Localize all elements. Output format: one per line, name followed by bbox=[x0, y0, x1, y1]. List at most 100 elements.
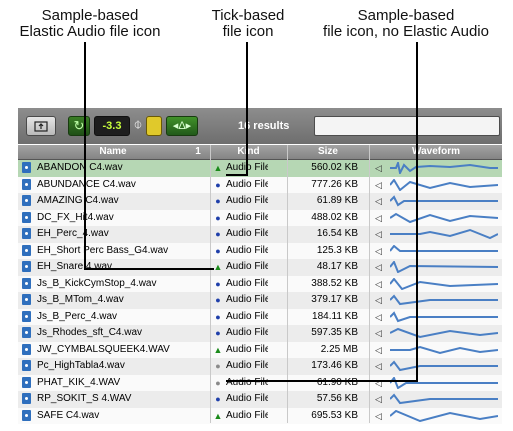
file-kind: Audio File bbox=[226, 261, 268, 272]
speaker-icon[interactable]: ◁ bbox=[375, 375, 385, 391]
speaker-icon[interactable]: ◁ bbox=[375, 177, 385, 193]
speaker-icon[interactable]: ◁ bbox=[375, 391, 385, 407]
tick-based-icon: ● bbox=[215, 295, 221, 305]
waveform-trace bbox=[390, 277, 498, 290]
file-name: EH_Snare 4.wav bbox=[37, 261, 113, 272]
file-row[interactable]: Js_Rhodes_sft_C4.wav ● Audio File 597.35 KB… bbox=[18, 325, 502, 342]
audio-file-icon bbox=[22, 376, 31, 388]
tick-based-icon: ● bbox=[215, 328, 221, 338]
waveform-thumbnail[interactable] bbox=[390, 261, 498, 273]
waveform-thumbnail[interactable] bbox=[390, 244, 498, 257]
file-row[interactable]: PHAT_KIK_4.WAV ● Audio File 61.90 KB ◁ bbox=[18, 374, 502, 391]
column-header-name[interactable]: Name bbox=[38, 145, 188, 159]
speaker-icon[interactable]: ◁ bbox=[375, 226, 385, 242]
file-row[interactable]: ABANDON C4.wav ▲ Audio File 560.02 KB ◁ bbox=[18, 160, 502, 177]
file-row[interactable]: Js_B_KickCymStop_4.wav ● Audio File 388.52 … bbox=[18, 275, 502, 292]
file-row[interactable]: Pc_HighTabla4.wav ● Audio File 173.46 KB ◁ bbox=[18, 358, 502, 375]
elastic-audio-preview-button[interactable]: ◂Δ▸ bbox=[166, 116, 198, 136]
file-row[interactable]: ABUNDANCE C4.wav ● Audio File 777.26 KB ◁ bbox=[18, 176, 502, 193]
callout-tick-label: Tick-based file icon bbox=[211, 7, 285, 40]
audio-file-icon bbox=[22, 228, 31, 239]
workspace-browser: ↻ -3.3 ⌽ ◂Δ▸ 16 results Name 1 Kind Size… bbox=[18, 108, 502, 424]
file-kind: Audio File bbox=[226, 211, 268, 223]
waveform-thumbnail[interactable] bbox=[390, 294, 498, 306]
waveform-thumbnail[interactable] bbox=[390, 344, 498, 356]
waveform-trace bbox=[390, 376, 498, 389]
file-size: 184.11 KB bbox=[312, 310, 358, 322]
column-header-size[interactable]: Size bbox=[288, 145, 368, 159]
column-header-waveform[interactable]: Waveform bbox=[370, 145, 502, 159]
file-name: JW_CYMBALSQUEEK4.WAV bbox=[37, 343, 170, 355]
speaker-icon[interactable]: ◁ bbox=[375, 193, 385, 209]
folder-up-button[interactable] bbox=[26, 116, 56, 136]
browser-toolbar: ↻ -3.3 ⌽ ◂Δ▸ 16 results bbox=[18, 108, 502, 144]
waveform-trace bbox=[390, 327, 498, 339]
waveform-thumbnail[interactable] bbox=[390, 393, 498, 405]
waveform-thumbnail[interactable] bbox=[390, 310, 498, 323]
file-row[interactable]: RP_SOKIT_S 4.WAV ● Audio File 57.56 KB ◁ bbox=[18, 391, 502, 408]
speaker-icon[interactable]: ◁ bbox=[375, 342, 385, 358]
audition-path-icon[interactable]: ⌽ bbox=[132, 116, 144, 136]
file-row[interactable]: DC_FX_Hit4.wav ● Audio File 488.02 KB ◁ bbox=[18, 209, 502, 226]
speaker-icon[interactable]: ◁ bbox=[375, 292, 385, 308]
file-row[interactable]: JW_CYMBALSQUEEK4.WAV ▲ Audio File 2.25 MB ◁ bbox=[18, 341, 502, 358]
file-row[interactable]: AMAZING C4.wav ● Audio File 61.89 KB ◁ bbox=[18, 193, 502, 210]
waveform-trace bbox=[390, 162, 498, 174]
waveform-thumbnail[interactable] bbox=[390, 178, 498, 191]
loop-preview-button[interactable]: ↻ bbox=[68, 116, 90, 136]
speaker-icon[interactable]: ◁ bbox=[375, 243, 385, 259]
file-row[interactable]: SAFE C4.wav ▲ Audio File 695.53 KB ◁ bbox=[18, 407, 502, 424]
callout-no-elastic-leader bbox=[226, 380, 418, 382]
file-size: 61.90 KB bbox=[316, 376, 358, 388]
column-header-row: Name 1 Kind Size Waveform bbox=[18, 145, 502, 160]
file-size: 2.25 MB bbox=[320, 343, 358, 355]
speaker-icon[interactable]: ◁ bbox=[375, 408, 385, 424]
waveform-thumbnail[interactable] bbox=[390, 162, 498, 174]
audio-file-icon bbox=[22, 162, 31, 173]
waveform-thumbnail[interactable] bbox=[390, 327, 498, 339]
speaker-icon[interactable]: ◁ bbox=[375, 210, 385, 226]
file-name: Pc_HighTabla4.wav bbox=[37, 360, 125, 371]
file-size: 61.89 KB bbox=[316, 195, 358, 206]
file-name: ABUNDANCE C4.wav bbox=[37, 178, 136, 190]
file-kind: Audio File bbox=[226, 178, 268, 190]
search-input[interactable] bbox=[314, 116, 500, 136]
file-name: ABANDON C4.wav bbox=[37, 162, 123, 173]
file-row[interactable]: EH_Perc_4.wav ● Audio File 16.54 KB ◁ bbox=[18, 226, 502, 243]
elastic-audio-icon: ▲ bbox=[213, 163, 223, 173]
tick-based-icon: ● bbox=[215, 311, 221, 322]
waveform-thumbnail[interactable] bbox=[390, 376, 498, 389]
file-row[interactable]: EH_Short Perc Bass_G4.wav ● Audio File 125.… bbox=[18, 242, 502, 259]
speaker-icon[interactable]: ◁ bbox=[375, 259, 385, 275]
speaker-icon[interactable]: ◁ bbox=[375, 160, 385, 176]
speaker-icon[interactable]: ◁ bbox=[375, 325, 385, 341]
speaker-icon[interactable]: ◁ bbox=[375, 276, 385, 292]
file-size: 777.26 KB bbox=[311, 178, 358, 190]
waveform-trace bbox=[390, 294, 498, 306]
speaker-icon[interactable]: ◁ bbox=[375, 358, 385, 374]
waveform-trace bbox=[390, 212, 498, 223]
callout-no-elastic-label: Sample-based file icon, no Elastic Audio bbox=[323, 7, 489, 40]
audio-file-icon bbox=[22, 244, 31, 256]
tick-based-icon: ● bbox=[215, 212, 221, 223]
file-kind: Audio File bbox=[226, 393, 268, 404]
column-header-kind[interactable]: Kind bbox=[211, 145, 286, 159]
audio-file-icon bbox=[22, 277, 31, 289]
speaker-icon[interactable]: ◁ bbox=[375, 309, 385, 325]
file-name: Js_Rhodes_sft_C4.wav bbox=[37, 327, 143, 338]
grid-icon[interactable] bbox=[146, 116, 162, 136]
elastic-audio-icon: ▲ bbox=[213, 410, 223, 421]
file-size: 125.3 KB bbox=[316, 244, 358, 256]
callout-elastic-leader bbox=[84, 42, 86, 270]
file-row[interactable]: Js_B_Perc_4.wav ● Audio File 184.11 KB ◁ bbox=[18, 308, 502, 325]
file-row[interactable]: Js_B_MTom_4.wav ● Audio File 379.17 KB ◁ bbox=[18, 292, 502, 309]
waveform-thumbnail[interactable] bbox=[390, 409, 498, 422]
waveform-thumbnail[interactable] bbox=[390, 360, 498, 372]
waveform-thumbnail[interactable] bbox=[390, 195, 498, 207]
preview-volume-display[interactable]: -3.3 bbox=[94, 116, 130, 136]
waveform-trace bbox=[390, 178, 498, 191]
waveform-trace bbox=[390, 409, 498, 422]
waveform-thumbnail[interactable] bbox=[390, 228, 498, 240]
waveform-thumbnail[interactable] bbox=[390, 277, 498, 290]
waveform-thumbnail[interactable] bbox=[390, 212, 498, 224]
